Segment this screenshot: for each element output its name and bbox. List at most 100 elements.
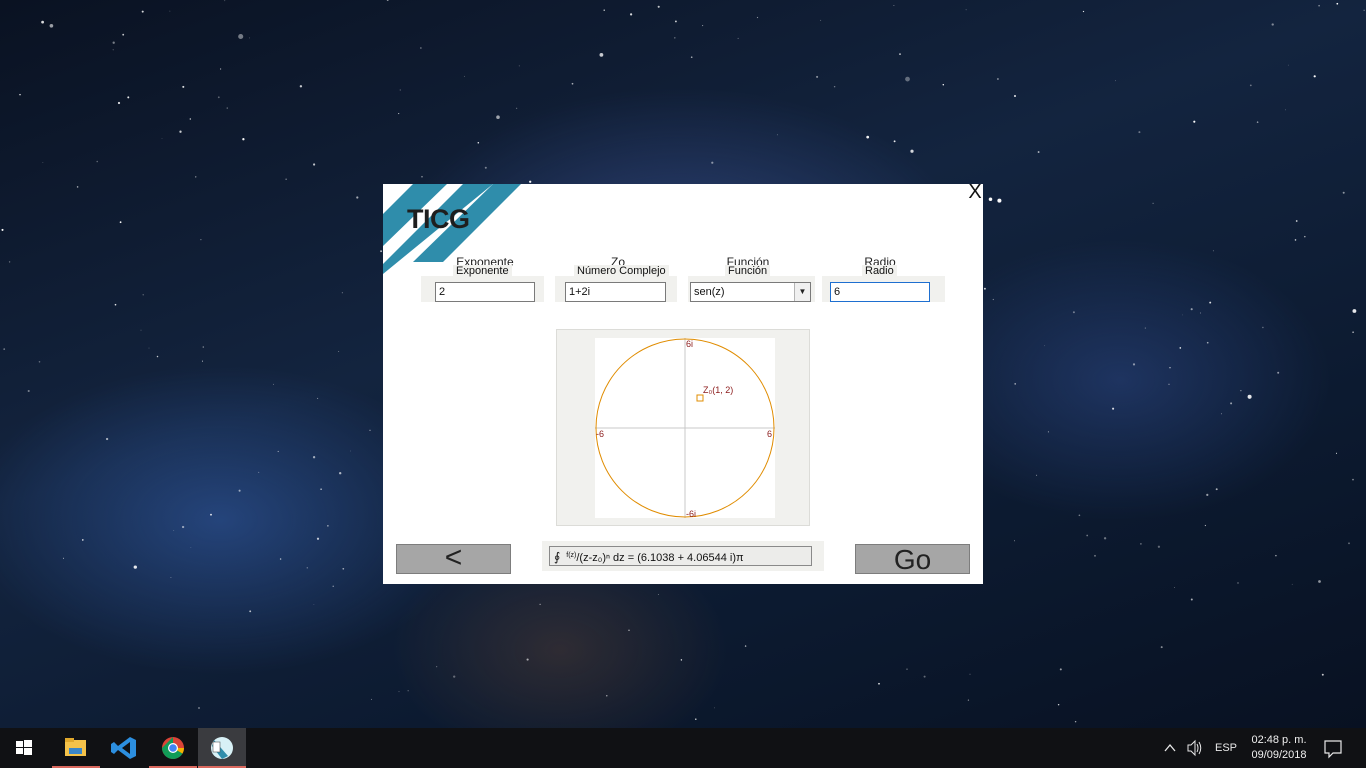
ticg-app-button[interactable]: [198, 728, 246, 768]
star: [1313, 75, 1316, 78]
star: [1336, 2, 1339, 5]
exponente-group: Exponente: [421, 265, 544, 302]
star: [1160, 646, 1163, 649]
start-button[interactable]: [0, 728, 48, 768]
star: [114, 303, 117, 306]
exponente-input[interactable]: [435, 282, 535, 302]
ticg-app-icon: [211, 737, 233, 759]
star: [1014, 383, 1017, 385]
star: [133, 565, 137, 569]
go-button[interactable]: Go: [855, 544, 970, 575]
star: [238, 33, 244, 40]
star: [776, 134, 778, 136]
clock[interactable]: 02:48 p. m. 09/09/2018: [1244, 733, 1314, 763]
star: [1209, 301, 1212, 304]
chevron-down-icon[interactable]: ▼: [794, 283, 810, 301]
star: [1169, 367, 1171, 369]
star: [820, 19, 822, 21]
star: [1321, 673, 1324, 676]
star: [737, 37, 739, 39]
star: [169, 10, 171, 12]
graph-panel: 6i -6i -6 6 Z₀(1, 2): [556, 329, 810, 526]
language-indicator[interactable]: ESP: [1215, 728, 1237, 768]
star: [816, 75, 819, 78]
star: [1144, 327, 1146, 329]
star: [273, 383, 274, 385]
notification-icon: [1324, 740, 1342, 759]
star: [906, 668, 908, 670]
star: [1014, 540, 1015, 542]
star: [910, 149, 914, 153]
zo-input[interactable]: [565, 282, 666, 302]
star: [201, 360, 203, 362]
star: [496, 115, 500, 119]
star: [1237, 582, 1239, 584]
star: [1318, 4, 1320, 7]
star: [484, 166, 487, 169]
volume-button[interactable]: [1185, 728, 1205, 768]
star: [463, 75, 465, 77]
show-hidden-icons-button[interactable]: [1163, 728, 1177, 768]
file-explorer-button[interactable]: [52, 728, 100, 768]
back-button[interactable]: <: [396, 543, 511, 574]
star: [148, 347, 150, 349]
action-center-button[interactable]: [1323, 728, 1343, 768]
star: [398, 691, 400, 693]
star: [112, 41, 115, 44]
star: [1057, 703, 1060, 706]
star: [526, 658, 529, 661]
star: [1059, 668, 1062, 671]
result-expression: /(z-z₀)ⁿ dz = (6.1038 + 4.06544 i)π: [576, 552, 744, 564]
star: [76, 186, 79, 188]
star: [1262, 326, 1264, 329]
chrome-button[interactable]: [149, 728, 197, 768]
funcion-select[interactable]: sen(z) ▼: [690, 282, 811, 302]
star: [8, 261, 11, 263]
star: [49, 23, 54, 28]
star: [249, 610, 252, 613]
star: [833, 85, 836, 88]
close-button[interactable]: X: [967, 184, 983, 202]
star: [1256, 121, 1259, 123]
star: [1352, 309, 1357, 313]
star: [1275, 554, 1277, 557]
radio-input[interactable]: [830, 282, 930, 302]
chrome-icon: [162, 737, 184, 759]
star: [182, 85, 185, 88]
result-panel: ∮ f(z)/(z-z₀)ⁿ dz = (6.1038 + 4.06544 i)π: [542, 541, 824, 571]
star: [436, 666, 438, 668]
star: [965, 9, 967, 11]
star: [27, 389, 30, 393]
star: [714, 707, 715, 709]
star: [1249, 84, 1252, 87]
funcion-group: Función sen(z) ▼: [688, 265, 815, 302]
star: [866, 135, 870, 139]
star: [674, 37, 676, 39]
star: [224, 0, 226, 2]
star: [1181, 314, 1183, 316]
star: [1115, 80, 1116, 82]
star: [313, 163, 316, 166]
star: [1287, 64, 1289, 66]
star: [1086, 534, 1089, 537]
result-numerator: f(z): [566, 552, 577, 559]
star: [1206, 493, 1209, 497]
contour-integral-symbol: ∮: [554, 550, 561, 564]
star: [42, 162, 44, 163]
star: [711, 161, 714, 164]
star: [1074, 720, 1077, 723]
star: [386, 0, 389, 1]
star: [195, 176, 197, 178]
star: [606, 695, 608, 697]
windows-start-icon: [16, 740, 32, 755]
star: [127, 96, 130, 99]
star: [299, 85, 303, 88]
star: [1342, 191, 1345, 194]
vscode-button[interactable]: [100, 728, 148, 768]
star: [1348, 542, 1350, 545]
star: [179, 130, 182, 133]
star: [1318, 580, 1321, 583]
star: [202, 346, 205, 348]
star: [1168, 383, 1170, 385]
circle-graph: 6i -6i -6 6 Z₀(1, 2): [595, 338, 775, 518]
